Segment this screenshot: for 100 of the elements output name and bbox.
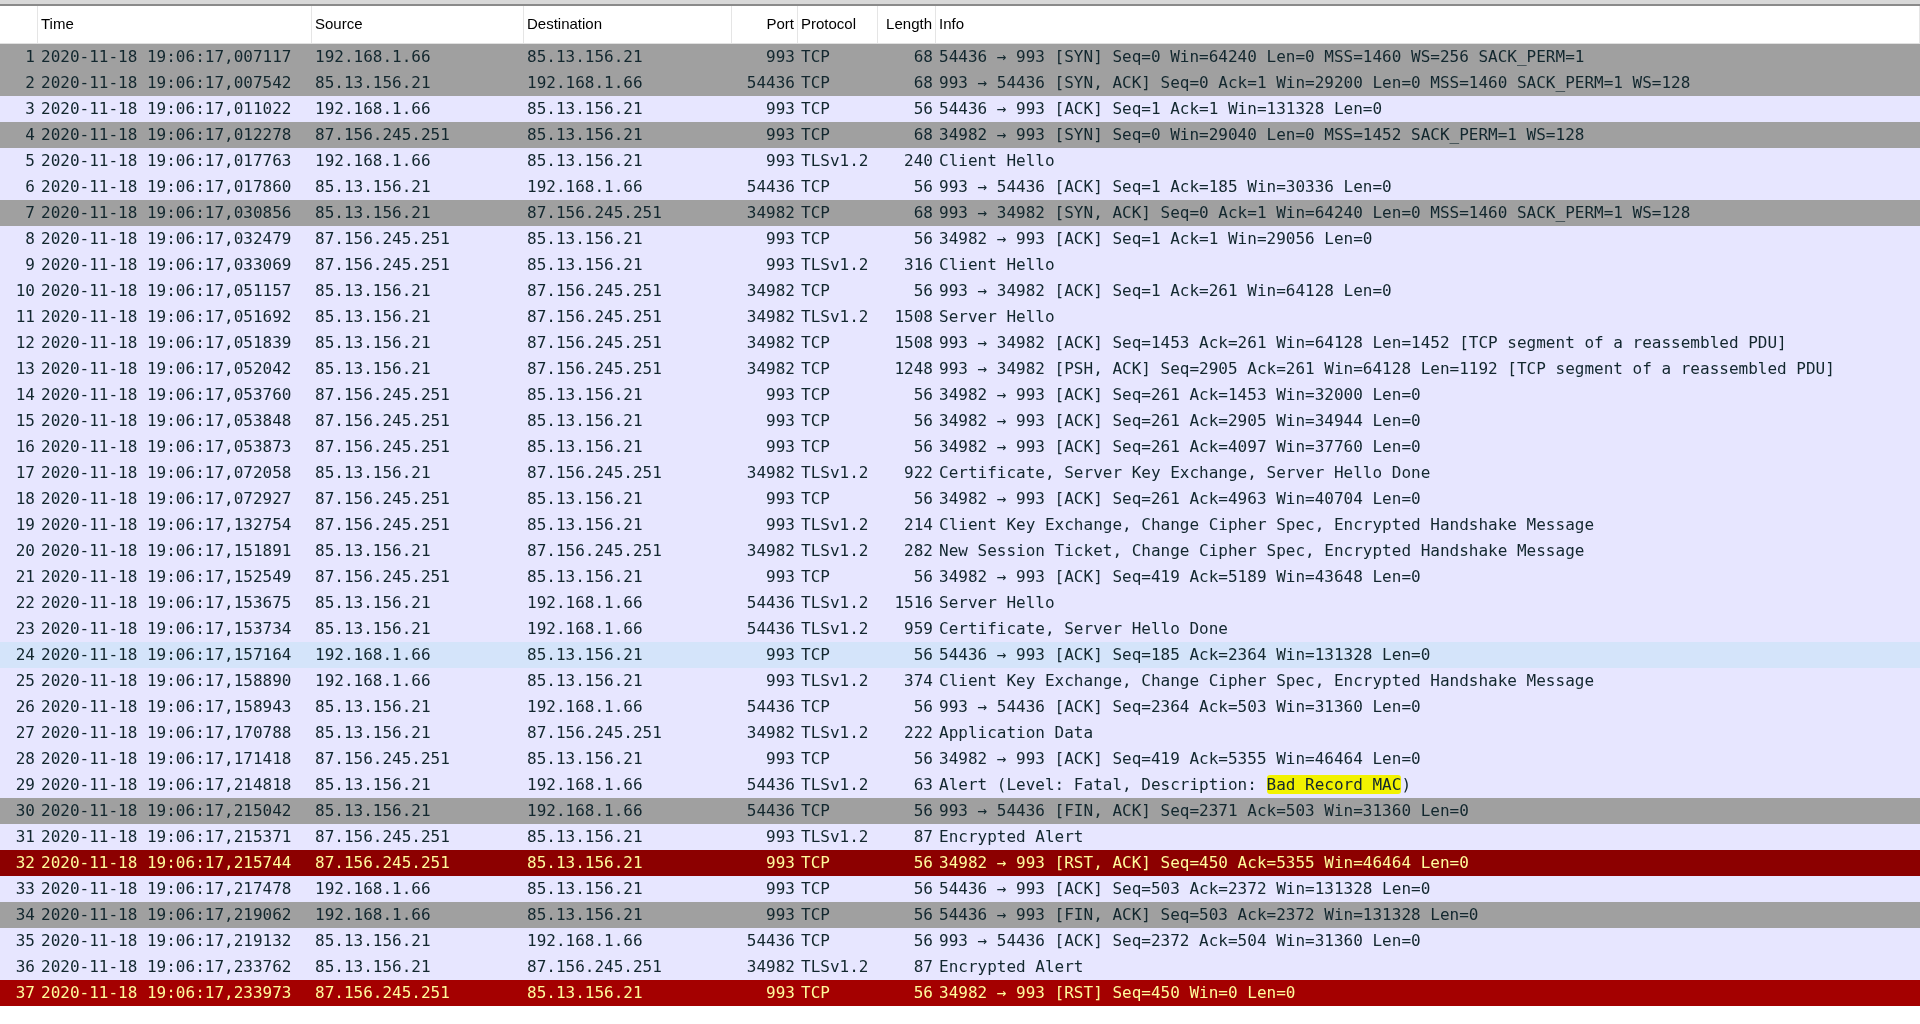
packet-row[interactable]: 37 2020-11-18 19:06:17,233973 87.156.245.251 85.13.156.21 993 TCP 56 34982 → 993 [RST] Seq=450 Win=0 Len=0 [0,980,1920,1006]
packet-row[interactable]: 30 2020-11-18 19:06:17,215042 85.13.156.21 192.168.1.66 54436 TCP 56 993 → 54436 [FIN, ACK] Seq=2371 Ack=503 Win=31360 Len=0 [0,798,1920,824]
packet-row[interactable]: 7 2020-11-18 19:06:17,030856 85.13.156.21 87.156.245.251 34982 TCP 68 993 → 34982 [SYN, ACK] Seq=0 Ack=1 Win=64240 Len=0 MSS=1460 SACK_PERM=1 WS=128 [0,200,1920,226]
packet-row[interactable]: 23 2020-11-18 19:06:17,153734 85.13.156.21 192.168.1.66 54436 TLSv1.2 959 Certificate, Server Hello Done [0,616,1920,642]
column-header[interactable]: Destination [527,13,603,36]
packet-row[interactable]: 4 2020-11-18 19:06:17,012278 87.156.245.251 85.13.156.21 993 TCP 68 34982 → 993 [SYN] Seq=0 Win=29040 Len=0 MSS=1452 SACK_PERM=1 WS=128 [0,122,1920,148]
table-cell: 85.13.156.21 [527,229,643,248]
packet-row[interactable]: 32 2020-11-18 19:06:17,215744 87.156.245.251 85.13.156.21 993 TCP 56 34982 → 993 [RST, ACK] Seq=450 Ack=5355 Win=46464 Len=0 [0,850,1920,876]
table-cell: 56 [913,281,933,300]
packet-row[interactable]: 15 2020-11-18 19:06:17,053848 87.156.245.251 85.13.156.21 993 TCP 56 34982 → 993 [ACK] Seq=261 Ack=2905 Win=34944 Len=0 [0,408,1920,434]
packet-row[interactable]: 17 2020-11-18 19:06:17,072058 85.13.156.21 87.156.245.251 34982 TLSv1.2 922 Certificate, Server Key Exchange, Server Hello Done [0,460,1920,486]
table-cell: 85.13.156.21 [315,333,431,352]
packet-row[interactable]: 16 2020-11-18 19:06:17,053873 87.156.245.251 85.13.156.21 993 TCP 56 34982 → 993 [ACK] Seq=261 Ack=4097 Win=37760 Len=0 [0,434,1920,460]
table-cell: 85.13.156.21 [315,801,431,820]
packet-row[interactable]: 12 2020-11-18 19:06:17,051839 85.13.156.21 87.156.245.251 34982 TCP 1508 993 → 34982 [ACK] Seq=1453 Ack=261 Win=64128 Len=1452 [TCP segment of a reassembled PDU] [0,330,1920,356]
packet-row[interactable]: 35 2020-11-18 19:06:17,219132 85.13.156.21 192.168.1.66 54436 TCP 56 993 → 54436 [ACK] Seq=2372 Ack=504 Win=31360 Len=0 [0,928,1920,954]
table-cell: 87.156.245.251 [527,203,662,222]
table-cell: 18 [15,489,35,508]
table-cell: 34982 [746,281,795,300]
packet-row[interactable]: 2 2020-11-18 19:06:17,007542 85.13.156.21 192.168.1.66 54436 TCP 68 993 → 54436 [SYN, ACK] Seq=0 Ack=1 Win=29200 Len=0 MSS=1460 SACK_PERM=1 WS=128 [0,70,1920,96]
table-cell: 192.168.1.66 [315,905,431,924]
table-cell: 34982 → 993 [ACK] Seq=261 Ack=4097 Win=37760 Len=0 [939,437,1421,456]
packet-row[interactable]: 27 2020-11-18 19:06:17,170788 85.13.156.21 87.156.245.251 34982 TLSv1.2 222 Application Data [0,720,1920,746]
table-cell: 56 [913,931,933,950]
packet-row[interactable]: 5 2020-11-18 19:06:17,017763 192.168.1.66 85.13.156.21 993 TLSv1.2 240 Client Hello [0,148,1920,174]
packet-row[interactable]: 1 2020-11-18 19:06:17,007117 192.168.1.66 85.13.156.21 993 TCP 68 54436 → 993 [SYN] Seq=0 Win=64240 Len=0 MSS=1460 WS=256 SACK_PERM=1 [0,44,1920,70]
table-cell: TCP [801,99,830,118]
table-cell: 29 [15,775,35,794]
table-cell: 34982 → 993 [SYN] Seq=0 Win=29040 Len=0 MSS=1452 SACK_PERM=1 WS=128 [939,125,1585,144]
table-cell: New Session Ticket, Change Cipher Spec, Encrypted Handshake Message [939,541,1585,560]
table-cell: 2020-11-18 19:06:17,215744 [41,853,292,872]
table-cell: 2020-11-18 19:06:17,153734 [41,619,292,638]
packet-row[interactable]: 9 2020-11-18 19:06:17,033069 87.156.245.251 85.13.156.21 993 TLSv1.2 316 Client Hello [0,252,1920,278]
table-cell: 85.13.156.21 [527,671,643,690]
table-cell: 28 [15,749,35,768]
table-cell: 87.156.245.251 [527,281,662,300]
table-cell: 2020-11-18 19:06:17,233973 [41,983,292,1002]
table-cell: 85.13.156.21 [315,177,431,196]
table-cell: 85.13.156.21 [527,489,643,508]
table-cell: 6 [25,177,35,196]
table-cell: 192.168.1.66 [527,697,643,716]
packet-row[interactable]: 6 2020-11-18 19:06:17,017860 85.13.156.21 192.168.1.66 54436 TCP 56 993 → 54436 [ACK] Seq=1 Ack=185 Win=30336 Len=0 [0,174,1920,200]
table-cell: 20 [15,541,35,560]
packet-row[interactable]: 3 2020-11-18 19:06:17,011022 192.168.1.66 85.13.156.21 993 TCP 56 54436 → 993 [ACK] Seq=1 Ack=1 Win=131328 Len=0 [0,96,1920,122]
table-cell: TCP [801,567,830,586]
table-cell: 87.156.245.251 [315,489,450,508]
packet-row[interactable]: 25 2020-11-18 19:06:17,158890 192.168.1.66 85.13.156.21 993 TLSv1.2 374 Client Key Exchange, Change Cipher Spec, Encrypted Handshake Message [0,668,1920,694]
table-cell: 56 [913,437,933,456]
table-cell: 192.168.1.66 [315,47,431,66]
packet-row[interactable]: 11 2020-11-18 19:06:17,051692 85.13.156.21 87.156.245.251 34982 TLSv1.2 1508 Server Hello [0,304,1920,330]
packet-row[interactable]: 34 2020-11-18 19:06:17,219062 192.168.1.66 85.13.156.21 993 TCP 56 54436 → 993 [FIN, ACK] Seq=503 Ack=2372 Win=131328 Len=0 [0,902,1920,928]
table-cell: TLSv1.2 [801,957,869,976]
table-cell: 21 [15,567,35,586]
column-header[interactable]: Info [939,13,965,36]
table-cell: TLSv1.2 [801,593,869,612]
column-header[interactable]: Source [315,13,363,36]
table-cell: 993 [766,489,795,508]
table-cell: 68 [913,73,933,92]
table-cell: 192.168.1.66 [527,73,643,92]
table-cell: 56 [913,489,933,508]
table-cell: 2020-11-18 19:06:17,053848 [41,411,292,430]
table-cell: 993 [766,515,795,534]
table-cell: 25 [15,671,35,690]
table-cell: Server Hello [939,593,1055,612]
packet-row[interactable]: 13 2020-11-18 19:06:17,052042 85.13.156.21 87.156.245.251 34982 TCP 1248 993 → 34982 [PSH, ACK] Seq=2905 Ack=261 Win=64128 Len=1192 [TCP segment of a reassembled PDU] [0,356,1920,382]
packet-row[interactable]: 10 2020-11-18 19:06:17,051157 85.13.156.21 87.156.245.251 34982 TCP 56 993 → 34982 [ACK] Seq=1 Ack=261 Win=64128 Len=0 [0,278,1920,304]
packet-row[interactable]: 24 2020-11-18 19:06:17,157164 192.168.1.66 85.13.156.21 993 TCP 56 54436 → 993 [ACK] Seq=185 Ack=2364 Win=131328 Len=0 [0,642,1920,668]
table-cell: 34982 → 993 [ACK] Seq=261 Ack=2905 Win=34944 Len=0 [939,411,1421,430]
packet-row[interactable]: 26 2020-11-18 19:06:17,158943 85.13.156.21 192.168.1.66 54436 TCP 56 993 → 54436 [ACK] Seq=2364 Ack=503 Win=31360 Len=0 [0,694,1920,720]
table-cell: 54436 [746,593,795,612]
packet-row[interactable]: 21 2020-11-18 19:06:17,152549 87.156.245.251 85.13.156.21 993 TCP 56 34982 → 993 [ACK] Seq=419 Ack=5189 Win=43648 Len=0 [0,564,1920,590]
packet-row[interactable]: 28 2020-11-18 19:06:17,171418 87.156.245.251 85.13.156.21 993 TCP 56 34982 → 993 [ACK] Seq=419 Ack=5355 Win=46464 Len=0 [0,746,1920,772]
table-cell: 36 [15,957,35,976]
table-cell: TLSv1.2 [801,541,869,560]
table-cell: 2020-11-18 19:06:17,053873 [41,437,292,456]
packet-row[interactable]: 14 2020-11-18 19:06:17,053760 87.156.245.251 85.13.156.21 993 TCP 56 34982 → 993 [ACK] Seq=261 Ack=1453 Win=32000 Len=0 [0,382,1920,408]
packet-row[interactable]: 33 2020-11-18 19:06:17,217478 192.168.1.66 85.13.156.21 993 TCP 56 54436 → 993 [ACK] Seq=503 Ack=2372 Win=131328 Len=0 [0,876,1920,902]
packet-row[interactable]: 18 2020-11-18 19:06:17,072927 87.156.245.251 85.13.156.21 993 TCP 56 34982 → 993 [ACK] Seq=261 Ack=4963 Win=40704 Len=0 [0,486,1920,512]
table-cell: 85.13.156.21 [527,879,643,898]
table-cell: 993 [766,411,795,430]
table-cell: 192.168.1.66 [527,801,643,820]
column-header[interactable]: Port [766,13,794,36]
table-cell: 85.13.156.21 [315,541,431,560]
packet-row[interactable]: 19 2020-11-18 19:06:17,132754 87.156.245.251 85.13.156.21 993 TLSv1.2 214 Client Key Exchange, Change Cipher Spec, Encrypted Handshake Message [0,512,1920,538]
column-header[interactable]: Length [886,13,932,36]
packet-row[interactable]: 29 2020-11-18 19:06:17,214818 85.13.156.21 192.168.1.66 54436 TLSv1.2 63 Alert (Level: Fatal, Description: Bad Record MAC) [0,772,1920,798]
packet-row[interactable]: 20 2020-11-18 19:06:17,151891 85.13.156.21 87.156.245.251 34982 TLSv1.2 282 New Session Ticket, Change Cipher Spec, Encrypted Handshake Message [0,538,1920,564]
table-cell: 34982 → 993 [RST, ACK] Seq=450 Ack=5355 Win=46464 Len=0 [939,853,1469,872]
table-cell: 85.13.156.21 [315,307,431,326]
packet-row[interactable]: 31 2020-11-18 19:06:17,215371 87.156.245.251 85.13.156.21 993 TLSv1.2 87 Encrypted Alert [0,824,1920,850]
packet-row[interactable]: 22 2020-11-18 19:06:17,153675 85.13.156.21 192.168.1.66 54436 TLSv1.2 1516 Server Hello [0,590,1920,616]
column-header[interactable]: Protocol [801,13,857,36]
packet-row[interactable]: 36 2020-11-18 19:06:17,233762 85.13.156.21 87.156.245.251 34982 TLSv1.2 87 Encrypted Alert [0,954,1920,980]
table-cell: 316 [904,255,933,274]
column-header[interactable]: Time [41,13,74,36]
packet-row[interactable]: 8 2020-11-18 19:06:17,032479 87.156.245.251 85.13.156.21 993 TCP 56 34982 → 993 [ACK] Seq=1 Ack=1 Win=29056 Len=0 [0,226,1920,252]
table-cell: 87.156.245.251 [315,255,450,274]
table-cell: 282 [904,541,933,560]
table-cell: 1248 [894,359,933,378]
table-cell: TLSv1.2 [801,307,869,326]
